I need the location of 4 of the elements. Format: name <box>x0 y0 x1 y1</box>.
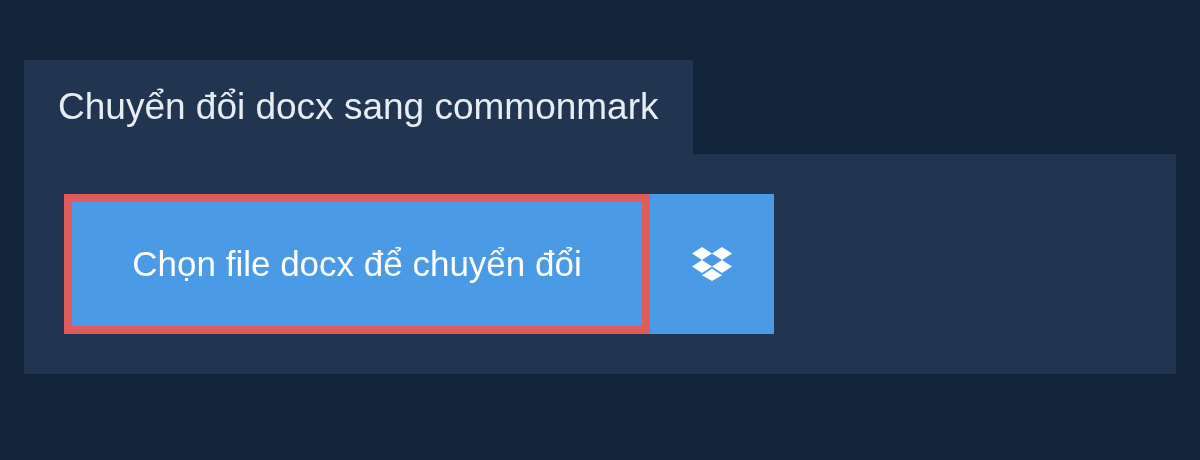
dropbox-icon <box>692 247 732 281</box>
choose-file-button[interactable]: Chọn file docx để chuyển đổi <box>64 194 650 334</box>
dropbox-button[interactable] <box>650 194 774 334</box>
page-title: Chuyển đổi docx sang commonmark <box>24 60 693 154</box>
